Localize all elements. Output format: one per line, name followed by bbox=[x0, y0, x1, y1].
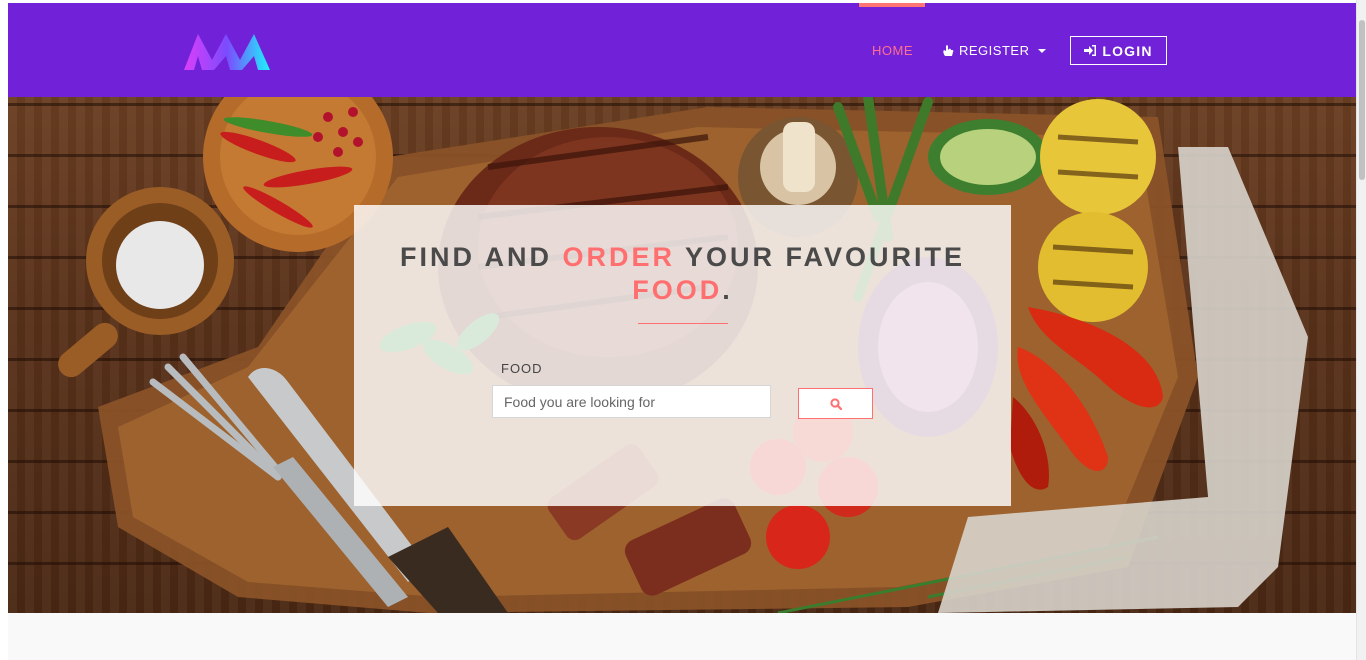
hand-icon bbox=[943, 45, 954, 56]
search-button[interactable] bbox=[798, 388, 873, 419]
headline-part-1: FIND AND bbox=[399, 242, 552, 272]
login-button[interactable]: LOGIN bbox=[1070, 36, 1167, 65]
food-search-input[interactable] bbox=[492, 385, 771, 418]
page-scrollbar[interactable] bbox=[1356, 0, 1366, 660]
headline-accent-order: ORDER bbox=[562, 242, 675, 272]
sign-in-icon bbox=[1084, 45, 1097, 56]
headline-accent-food: FOOD bbox=[632, 275, 723, 305]
logo-icon[interactable] bbox=[182, 30, 274, 74]
login-label: LOGIN bbox=[1102, 42, 1153, 59]
nav-register-label: REGISTER bbox=[959, 43, 1030, 58]
headline-part-2: YOUR FAVOURITE bbox=[685, 242, 966, 272]
search-icon bbox=[829, 397, 842, 410]
page-content-start bbox=[8, 613, 1357, 660]
active-nav-indicator bbox=[859, 3, 925, 7]
search-panel: FIND AND ORDER YOUR FAVOURITE FOOD. FOOD bbox=[354, 205, 1011, 506]
hero-headline: FIND AND ORDER YOUR FAVOURITE FOOD. bbox=[354, 241, 1011, 307]
scrollbar-thumb[interactable] bbox=[1359, 20, 1365, 180]
page-edge bbox=[0, 0, 8, 660]
headline-divider bbox=[638, 323, 728, 324]
nav-home-link[interactable]: HOME bbox=[872, 43, 913, 58]
food-label: FOOD bbox=[501, 361, 543, 376]
caret-down-icon bbox=[1038, 48, 1047, 53]
nav-register-dropdown[interactable]: REGISTER bbox=[942, 43, 1047, 58]
navbar: HOME REGISTER LOGIN bbox=[8, 3, 1357, 97]
headline-end: . bbox=[722, 275, 733, 305]
